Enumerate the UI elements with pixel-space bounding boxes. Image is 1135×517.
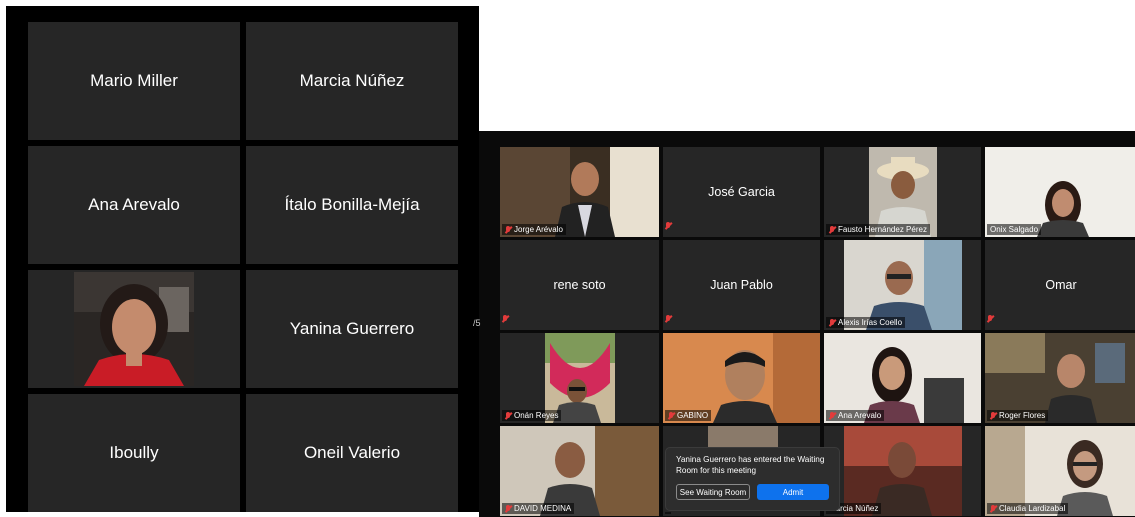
- participant-tile[interactable]: Marcia Núñez: [824, 426, 981, 516]
- participant-name: DAVID MEDINA: [514, 504, 572, 513]
- mic-muted-icon: [829, 225, 835, 234]
- participant-tile[interactable]: DAVID MEDINA: [500, 426, 659, 516]
- mic-muted-icon: [505, 504, 511, 513]
- participant-tile[interactable]: Fausto Hernández Pérez: [824, 147, 981, 237]
- left-meeting-window: Mario Miller Marcia Núñez Ana Arevalo Ít…: [6, 6, 479, 512]
- mic-muted-icon: [987, 310, 993, 328]
- participant-tile[interactable]: Onán Reyes: [500, 333, 659, 423]
- waiting-room-notification: Yanina Guerrero has entered the Waiting …: [665, 447, 840, 511]
- mic-muted-icon: [505, 411, 511, 420]
- participant-name: Iboully: [109, 443, 159, 462]
- participant-tile[interactable]: Alexis Irías Coello: [824, 240, 981, 330]
- participant-label: Onix Salgado: [987, 224, 1042, 235]
- participant-tile[interactable]: Oneil Valerio: [246, 394, 458, 512]
- participant-name: Roger Flores: [999, 411, 1046, 420]
- woman-video-feed: [74, 272, 194, 386]
- participant-name: GABINO: [677, 411, 709, 420]
- participant-label: Claudia Lardizabal: [987, 503, 1069, 514]
- participant-tile[interactable]: Yanina Guerrero: [246, 270, 458, 388]
- mic-muted-icon: [665, 310, 671, 328]
- page-indicator: /5: [473, 318, 483, 340]
- participant-tile[interactable]: José Garcia: [663, 147, 820, 237]
- participant-name: Fausto Hernández Pérez: [838, 225, 927, 234]
- participant-name: Jorge Arévalo: [514, 225, 563, 234]
- mic-muted-icon: [990, 411, 996, 420]
- participant-tile[interactable]: Onix Salgado: [985, 147, 1135, 237]
- participant-label: [665, 512, 671, 514]
- left-participant-grid: Mario Miller Marcia Núñez Ana Arevalo Ít…: [28, 22, 458, 512]
- participant-tile[interactable]: Ana Arevalo: [824, 333, 981, 423]
- admit-button[interactable]: Admit: [757, 484, 829, 500]
- participant-name: Ítalo Bonilla-Mejía: [284, 195, 420, 214]
- participant-tile[interactable]: rene soto: [500, 240, 659, 330]
- participant-name: Oneil Valerio: [303, 443, 401, 462]
- participant-label: Jorge Arévalo: [502, 224, 566, 235]
- waiting-room-actions: See Waiting Room Admit: [676, 484, 829, 500]
- participant-name: Claudia Lardizabal: [999, 504, 1066, 513]
- participant-tile[interactable]: Roger Flores: [985, 333, 1135, 423]
- mic-muted-icon: [502, 310, 508, 328]
- participant-name: Ana Arevalo: [88, 195, 180, 214]
- participant-tile[interactable]: Claudia Lardizabal: [985, 426, 1135, 516]
- participant-name: Juan Pablo: [710, 278, 773, 292]
- mic-muted-icon: [829, 411, 835, 420]
- participant-video-tile[interactable]: [28, 270, 240, 388]
- see-waiting-room-button[interactable]: See Waiting Room: [676, 484, 750, 500]
- participant-tile[interactable]: Ítalo Bonilla-Mejía: [246, 146, 458, 264]
- participant-name: José Garcia: [708, 185, 775, 199]
- participant-tile[interactable]: GABINO: [663, 333, 820, 423]
- participant-name: Omar: [1045, 278, 1077, 292]
- participant-tile[interactable]: Juan Pablo: [663, 240, 820, 330]
- participant-tile-active[interactable]: Jorge Arévalo: [500, 147, 659, 237]
- participant-video: [74, 272, 194, 386]
- participant-label: Onán Reyes: [502, 410, 562, 421]
- mic-muted-icon: [505, 225, 511, 234]
- participant-tile[interactable]: Ana Arevalo: [28, 146, 240, 264]
- page-indicator-text: /5: [473, 318, 481, 328]
- participant-tile[interactable]: Iboully: [28, 394, 240, 512]
- participant-label: Fausto Hernández Pérez: [826, 224, 930, 235]
- participant-name: rene soto: [553, 278, 606, 292]
- mic-muted-icon: [668, 411, 674, 420]
- participant-label: Ana Arevalo: [826, 410, 885, 421]
- participant-name: Yanina Guerrero: [289, 319, 415, 338]
- participant-name: Onán Reyes: [514, 411, 559, 420]
- mic-muted-icon: [665, 217, 671, 235]
- participant-name: Mario Miller: [90, 71, 178, 90]
- participant-tile[interactable]: Marcia Núñez: [246, 22, 458, 140]
- participant-tile[interactable]: Omar: [985, 240, 1135, 330]
- mic-muted-icon: [990, 504, 996, 513]
- participant-label: Roger Flores: [987, 410, 1049, 421]
- waiting-room-message: Yanina Guerrero has entered the Waiting …: [676, 455, 825, 475]
- mic-muted-icon: [829, 318, 835, 327]
- participant-name: Ana Arevalo: [838, 411, 882, 420]
- participant-name: Onix Salgado: [990, 225, 1039, 234]
- participant-name: Alexis Irías Coello: [838, 318, 903, 327]
- participant-label: Alexis Irías Coello: [826, 317, 906, 328]
- participant-label: DAVID MEDINA: [502, 503, 575, 514]
- participant-tile[interactable]: Mario Miller: [28, 22, 240, 140]
- participant-label: GABINO: [665, 410, 712, 421]
- participant-name: Marcia Núñez: [299, 71, 405, 90]
